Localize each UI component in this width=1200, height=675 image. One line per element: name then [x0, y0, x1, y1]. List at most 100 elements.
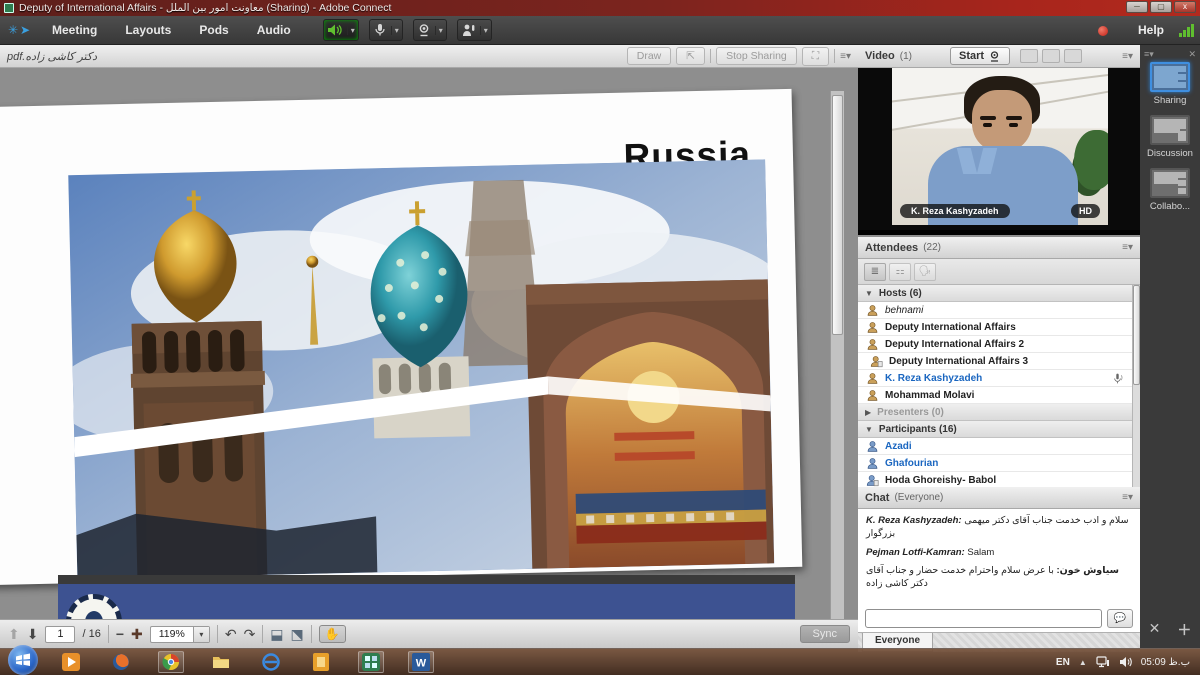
adobe-connect-logo-icon: ✳➤: [0, 23, 38, 37]
layout-thumbnail[interactable]: [1150, 115, 1190, 145]
attendee-row[interactable]: Deputy International Affairs: [858, 319, 1132, 336]
menu-audio[interactable]: Audio: [243, 16, 305, 45]
layout-label: Sharing: [1140, 95, 1200, 106]
taskbar-internet-explorer-icon[interactable]: [258, 651, 284, 673]
fit-width-button[interactable]: ⬓: [270, 626, 283, 643]
zoom-level-select[interactable]: 119% ▾: [150, 626, 210, 643]
dock-menu-icon[interactable]: ≡▾: [1144, 49, 1154, 60]
host-icon: [866, 372, 879, 385]
group-row-hosts[interactable]: ▼ Hosts (6): [858, 285, 1132, 302]
webcam-frame: K. Reza Kashyzadeh HD: [892, 68, 1108, 225]
next-page-button[interactable]: ⬇: [27, 626, 39, 643]
draw-button[interactable]: Draw: [627, 47, 672, 65]
video-pod-menu-icon[interactable]: ≡▾: [1122, 51, 1133, 62]
attendee-row[interactable]: behnami: [858, 302, 1132, 319]
menu-meeting[interactable]: Meeting: [38, 16, 111, 45]
attendees-toolbar: ≣ ⚏ 🗣: [858, 259, 1140, 285]
zoom-out-button[interactable]: −: [116, 626, 124, 642]
webcam-button[interactable]: ▾: [413, 19, 447, 41]
delete-layout-icon[interactable]: ✕: [1149, 620, 1161, 640]
chat-message: K. Reza Kashyzadeh: سلام و ادب خدمت جناب…: [866, 515, 1132, 541]
pointer-button[interactable]: ⇱: [676, 47, 705, 65]
attendee-row[interactable]: Ghafourian: [858, 455, 1132, 472]
minimize-button[interactable]: ─: [1126, 1, 1148, 13]
sync-button[interactable]: Sync: [800, 625, 850, 643]
start-label: Start: [959, 50, 984, 62]
status-view-button[interactable]: 🗣: [914, 263, 936, 281]
tray-expand-icon[interactable]: ▲: [1079, 658, 1087, 667]
chat-text: با عرض سلام واحترام خدمت حضار و جناب آقا…: [866, 565, 1054, 589]
collapse-icon[interactable]: ▼: [865, 289, 873, 298]
rotate-cw-button[interactable]: ↷: [244, 626, 256, 643]
share-content-area[interactable]: Russia: [0, 68, 844, 619]
taskbar-chrome-icon[interactable]: [158, 651, 184, 673]
hand-tool-button[interactable]: ✋: [319, 625, 346, 643]
dock-close-icon[interactable]: ✕: [1188, 49, 1196, 60]
chat-input[interactable]: [865, 609, 1102, 628]
chat-messages: K. Reza Kashyzadeh: سلام و ادب خدمت جناب…: [858, 509, 1140, 604]
menu-layouts[interactable]: Layouts: [111, 16, 185, 45]
share-vertical-scrollbar[interactable]: [830, 91, 844, 619]
taskbar-office-icon[interactable]: [308, 651, 334, 673]
list-view-button[interactable]: ≣: [864, 263, 886, 281]
filmstrip-view-icon[interactable]: [1020, 49, 1038, 63]
expand-icon[interactable]: ▶: [865, 408, 871, 417]
layout-collaboration[interactable]: Collabo...: [1140, 168, 1200, 212]
zoom-dropdown-icon[interactable]: ▾: [193, 627, 209, 642]
grid-view-icon[interactable]: [1042, 49, 1060, 63]
attendee-row[interactable]: Deputy International Affairs 3: [858, 353, 1132, 370]
attendee-row[interactable]: Hoda Ghoreishy- Babol: [858, 472, 1132, 487]
volume-icon[interactable]: [1119, 656, 1132, 668]
stop-sharing-button[interactable]: Stop Sharing: [716, 47, 797, 65]
microphone-dropdown[interactable]: ▾: [391, 26, 399, 35]
video-fullscreen-icon[interactable]: [1064, 49, 1082, 63]
network-icon[interactable]: [1096, 656, 1110, 668]
attendee-row[interactable]: Mohammad Molavi: [858, 387, 1132, 404]
zoom-in-button[interactable]: ✚: [131, 626, 143, 643]
taskbar-word-icon[interactable]: W: [408, 651, 434, 673]
rotate-ccw-button[interactable]: ↶: [225, 626, 237, 643]
previous-page-button[interactable]: ⬆: [8, 626, 20, 643]
page-number-input[interactable]: [45, 626, 75, 643]
collapse-icon[interactable]: ▼: [865, 425, 873, 434]
start-button[interactable]: [8, 645, 38, 675]
chat-input-row: 💬: [858, 604, 1140, 632]
speaker-dropdown[interactable]: ▾: [347, 26, 355, 35]
attendees-pod-menu-icon[interactable]: ≡▾: [1122, 242, 1133, 253]
layout-discussion[interactable]: Discussion: [1140, 115, 1200, 159]
close-button[interactable]: x: [1174, 1, 1196, 13]
vertical-scroll-thumb[interactable]: [832, 95, 843, 335]
taskbar-adobe-connect-icon[interactable]: [358, 651, 384, 673]
breakout-view-button[interactable]: ⚏: [889, 263, 911, 281]
attendee-row[interactable]: Azadi: [858, 438, 1132, 455]
chat-pod-menu-icon[interactable]: ≡▾: [1122, 492, 1133, 503]
add-layout-icon[interactable]: ＋: [1177, 620, 1191, 640]
attendee-row[interactable]: Deputy International Affairs 2: [858, 336, 1132, 353]
fullscreen-button[interactable]: ⛶: [802, 47, 829, 66]
microphone-button[interactable]: ▾: [369, 19, 403, 41]
menu-help[interactable]: Help: [1138, 23, 1164, 37]
group-row-presenters[interactable]: ▶ Presenters (0): [858, 404, 1132, 421]
language-indicator[interactable]: EN: [1056, 657, 1070, 668]
attendee-row[interactable]: K. Reza Kashyzadeh: [858, 370, 1132, 387]
maximize-button[interactable]: ▢: [1150, 1, 1172, 13]
fit-page-button[interactable]: ⬔: [291, 626, 304, 643]
raise-hand-dropdown[interactable]: ▾: [480, 26, 488, 35]
layout-thumbnail[interactable]: [1150, 62, 1190, 92]
layout-thumbnail[interactable]: [1150, 168, 1190, 198]
raise-hand-button[interactable]: ▾: [457, 19, 492, 41]
speaker-button[interactable]: ▾: [323, 19, 359, 41]
clock[interactable]: 05:09 ب.ظ: [1141, 657, 1190, 668]
send-message-icon[interactable]: 💬: [1107, 609, 1133, 628]
taskbar-firefox-icon[interactable]: [108, 651, 134, 673]
taskbar-media-player-icon[interactable]: [58, 651, 84, 673]
webcam-dropdown[interactable]: ▾: [435, 26, 443, 35]
attendees-scroll-thumb[interactable]: [1133, 285, 1140, 385]
attendees-scrollbar[interactable]: [1132, 285, 1140, 487]
menu-pods[interactable]: Pods: [185, 16, 242, 45]
taskbar-explorer-icon[interactable]: [208, 651, 234, 673]
group-row-participants[interactable]: ▼ Participants (16): [858, 421, 1132, 438]
start-webcam-button[interactable]: Start: [950, 47, 1010, 65]
layout-sharing[interactable]: Sharing: [1140, 62, 1200, 106]
share-pod-menu-icon[interactable]: ≡▾: [840, 51, 851, 62]
